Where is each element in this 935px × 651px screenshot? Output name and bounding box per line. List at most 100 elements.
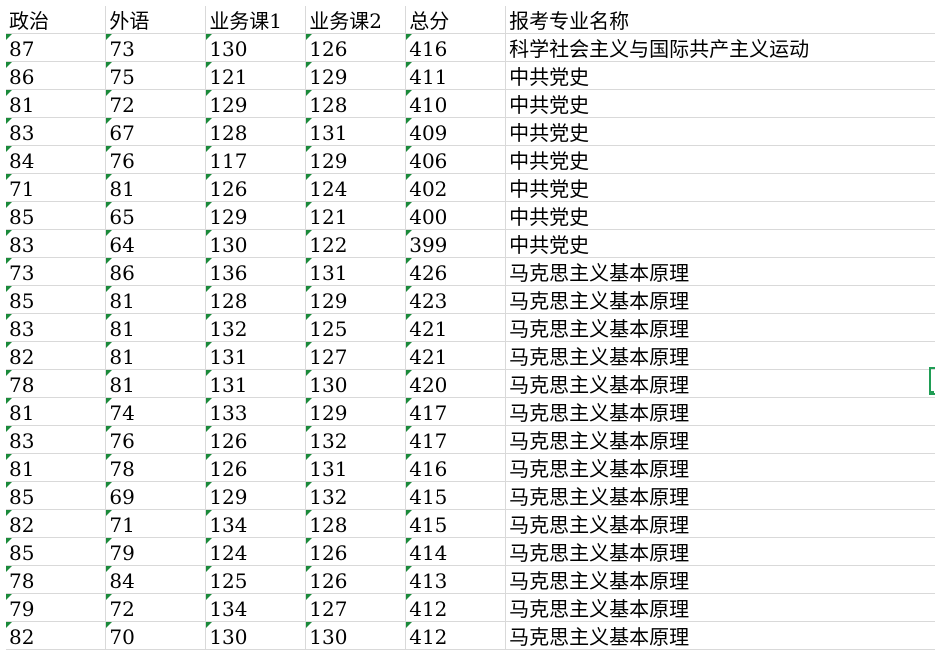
cell-total-score[interactable]: 421 — [405, 313, 507, 342]
cell-politics[interactable]: 85 — [6, 201, 107, 230]
cell-politics[interactable]: 87 — [6, 33, 107, 62]
active-cell-selection[interactable] — [929, 367, 935, 395]
cell-subject-1[interactable]: 131 — [205, 369, 307, 398]
header-cell-subject-1[interactable]: 业务课1 — [205, 6, 307, 34]
cell-politics[interactable]: 85 — [6, 481, 107, 510]
cell-subject-1[interactable]: 129 — [205, 201, 307, 230]
cell-politics[interactable]: 84 — [6, 145, 107, 174]
cell-major-name[interactable]: 中共党史 — [505, 173, 935, 202]
cell-major-name[interactable]: 马克思主义基本原理 — [505, 453, 935, 482]
cell-subject-2[interactable]: 132 — [305, 425, 407, 454]
cell-subject-1[interactable]: 134 — [205, 509, 307, 538]
cell-subject-2[interactable]: 124 — [305, 173, 407, 202]
cell-foreign-language[interactable]: 73 — [105, 33, 207, 62]
cell-foreign-language[interactable]: 64 — [105, 229, 207, 258]
cell-subject-2[interactable]: 130 — [305, 369, 407, 398]
cell-total-score[interactable]: 423 — [405, 285, 507, 314]
cell-major-name[interactable]: 马克思主义基本原理 — [505, 621, 935, 650]
cell-politics[interactable]: 83 — [6, 229, 107, 258]
header-cell-foreign-language[interactable]: 外语 — [105, 6, 207, 34]
cell-politics[interactable]: 82 — [6, 509, 107, 538]
header-cell-politics[interactable]: 政治 — [6, 6, 107, 34]
cell-subject-1[interactable]: 130 — [205, 621, 307, 650]
cell-major-name[interactable]: 科学社会主义与国际共产主义运动 — [505, 33, 935, 62]
cell-major-name[interactable]: 马克思主义基本原理 — [505, 341, 935, 370]
cell-subject-2[interactable]: 126 — [305, 565, 407, 594]
cell-foreign-language[interactable]: 78 — [105, 453, 207, 482]
cell-subject-2[interactable]: 126 — [305, 537, 407, 566]
cell-subject-2[interactable]: 132 — [305, 481, 407, 510]
cell-total-score[interactable]: 412 — [405, 593, 507, 622]
cell-total-score[interactable]: 415 — [405, 509, 507, 538]
cell-subject-1[interactable]: 136 — [205, 257, 307, 286]
cell-foreign-language[interactable]: 72 — [105, 593, 207, 622]
cell-subject-1[interactable]: 126 — [205, 173, 307, 202]
cell-subject-1[interactable]: 133 — [205, 397, 307, 426]
cell-subject-1[interactable]: 131 — [205, 341, 307, 370]
cell-subject-1[interactable]: 130 — [205, 229, 307, 258]
cell-foreign-language[interactable]: 79 — [105, 537, 207, 566]
cell-major-name[interactable]: 马克思主义基本原理 — [505, 397, 935, 426]
cell-foreign-language[interactable]: 76 — [105, 425, 207, 454]
cell-politics[interactable]: 83 — [6, 313, 107, 342]
cell-politics[interactable]: 78 — [6, 565, 107, 594]
cell-subject-1[interactable]: 117 — [205, 145, 307, 174]
cell-politics[interactable]: 81 — [6, 397, 107, 426]
cell-major-name[interactable]: 中共党史 — [505, 89, 935, 118]
cell-total-score[interactable]: 420 — [405, 369, 507, 398]
cell-major-name[interactable]: 马克思主义基本原理 — [505, 509, 935, 538]
cell-major-name[interactable]: 马克思主义基本原理 — [505, 481, 935, 510]
cell-total-score[interactable]: 406 — [405, 145, 507, 174]
cell-total-score[interactable]: 411 — [405, 61, 507, 90]
cell-subject-2[interactable]: 129 — [305, 145, 407, 174]
cell-major-name[interactable]: 中共党史 — [505, 201, 935, 230]
cell-foreign-language[interactable]: 70 — [105, 621, 207, 650]
cell-total-score[interactable]: 415 — [405, 481, 507, 510]
cell-total-score[interactable]: 412 — [405, 621, 507, 650]
cell-subject-1[interactable]: 129 — [205, 89, 307, 118]
cell-total-score[interactable]: 414 — [405, 537, 507, 566]
cell-foreign-language[interactable]: 76 — [105, 145, 207, 174]
cell-total-score[interactable]: 413 — [405, 565, 507, 594]
cell-subject-1[interactable]: 129 — [205, 481, 307, 510]
cell-foreign-language[interactable]: 67 — [105, 117, 207, 146]
cell-politics[interactable]: 85 — [6, 285, 107, 314]
cell-subject-2[interactable]: 128 — [305, 509, 407, 538]
cell-foreign-language[interactable]: 81 — [105, 341, 207, 370]
cell-subject-2[interactable]: 125 — [305, 313, 407, 342]
cell-subject-2[interactable]: 129 — [305, 397, 407, 426]
cell-politics[interactable]: 78 — [6, 369, 107, 398]
cell-politics[interactable]: 71 — [6, 173, 107, 202]
cell-politics[interactable]: 82 — [6, 341, 107, 370]
cell-total-score[interactable]: 426 — [405, 257, 507, 286]
cell-foreign-language[interactable]: 65 — [105, 201, 207, 230]
cell-politics[interactable]: 81 — [6, 89, 107, 118]
cell-politics[interactable]: 81 — [6, 453, 107, 482]
cell-total-score[interactable]: 417 — [405, 397, 507, 426]
cell-major-name[interactable]: 中共党史 — [505, 145, 935, 174]
cell-foreign-language[interactable]: 75 — [105, 61, 207, 90]
cell-foreign-language[interactable]: 71 — [105, 509, 207, 538]
cell-subject-2[interactable]: 126 — [305, 33, 407, 62]
cell-foreign-language[interactable]: 81 — [105, 313, 207, 342]
cell-total-score[interactable]: 416 — [405, 453, 507, 482]
cell-major-name[interactable]: 中共党史 — [505, 229, 935, 258]
cell-subject-2[interactable]: 131 — [305, 453, 407, 482]
cell-subject-2[interactable]: 130 — [305, 621, 407, 650]
cell-total-score[interactable]: 416 — [405, 33, 507, 62]
cell-total-score[interactable]: 417 — [405, 425, 507, 454]
cell-subject-2[interactable]: 122 — [305, 229, 407, 258]
cell-foreign-language[interactable]: 69 — [105, 481, 207, 510]
cell-subject-1[interactable]: 130 — [205, 33, 307, 62]
cell-subject-2[interactable]: 128 — [305, 89, 407, 118]
cell-major-name[interactable]: 马克思主义基本原理 — [505, 593, 935, 622]
cell-foreign-language[interactable]: 84 — [105, 565, 207, 594]
cell-total-score[interactable]: 400 — [405, 201, 507, 230]
cell-foreign-language[interactable]: 81 — [105, 285, 207, 314]
cell-major-name[interactable]: 中共党史 — [505, 61, 935, 90]
cell-subject-2[interactable]: 129 — [305, 61, 407, 90]
cell-major-name[interactable]: 马克思主义基本原理 — [505, 425, 935, 454]
cell-total-score[interactable]: 421 — [405, 341, 507, 370]
cell-foreign-language[interactable]: 72 — [105, 89, 207, 118]
cell-subject-1[interactable]: 125 — [205, 565, 307, 594]
